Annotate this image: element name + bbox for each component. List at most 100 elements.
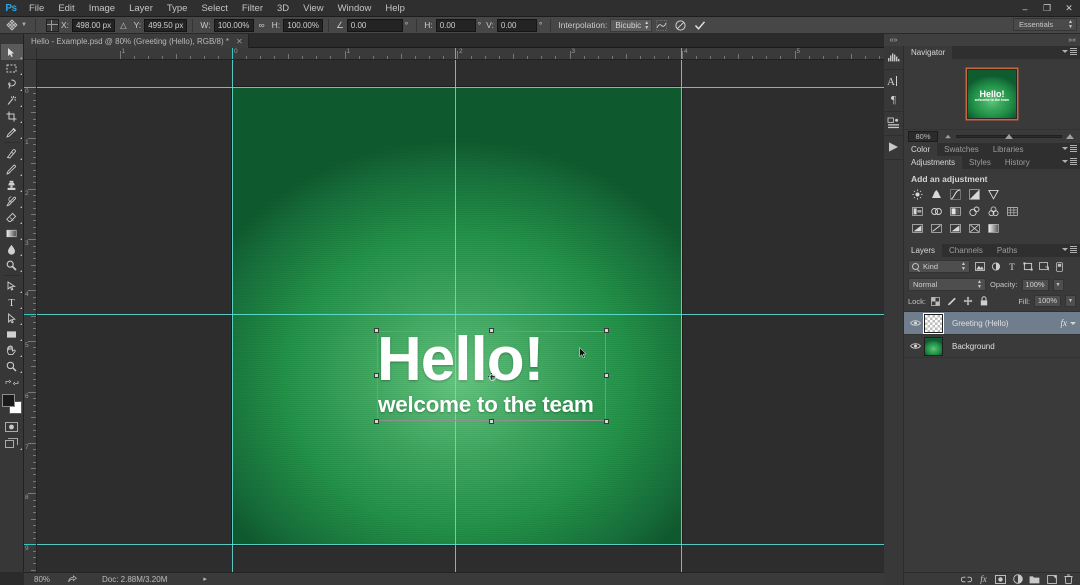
cancel-transform-icon[interactable] [673, 18, 688, 32]
history-brush-tool[interactable] [1, 193, 23, 209]
lock-all-icon[interactable] [978, 295, 990, 307]
filter-toggle-icon[interactable] [1053, 260, 1066, 273]
tool-preset-chevron-down-icon[interactable]: ▼ [21, 22, 27, 28]
zoom-out-icon[interactable] [945, 134, 951, 139]
hand-tool[interactable] [1, 342, 23, 358]
menu-window[interactable]: Window [331, 0, 379, 17]
skew-v-field[interactable]: 0.00 [496, 18, 537, 32]
lock-position-icon[interactable] [962, 295, 974, 307]
filter-type-icon[interactable]: T [1005, 260, 1018, 273]
vibrance-icon[interactable] [986, 188, 1001, 201]
levels-icon[interactable] [929, 188, 944, 201]
expand-panels-icon[interactable]: «» [883, 34, 904, 46]
transform-handle-bottom-left[interactable] [374, 419, 379, 424]
status-menu-arrow-icon[interactable]: ▸ [203, 575, 207, 583]
navigator-thumbnail[interactable]: Hello! welcome to the team [967, 69, 1017, 119]
commit-transform-icon[interactable] [692, 18, 707, 32]
fill-stepper[interactable]: ▼ [1065, 295, 1076, 307]
black-white-icon[interactable] [948, 205, 963, 218]
move-tool-icon[interactable] [3, 18, 20, 33]
guide-vertical-left[interactable] [232, 60, 233, 572]
minimize-button[interactable]: – [1014, 0, 1036, 17]
threshold-icon[interactable] [948, 222, 963, 235]
tab-channels[interactable]: Channels [942, 244, 990, 257]
filter-kind-select[interactable]: Kind ▲ ▼ [908, 260, 970, 273]
screen-mode-icon[interactable] [1, 435, 23, 451]
navigator-zoom-field[interactable]: 80% [908, 131, 938, 142]
layer-visibility-icon[interactable] [906, 319, 924, 327]
canvas-area[interactable]: Hello! welcome to the team [37, 60, 904, 572]
clone-stamp-tool[interactable] [1, 177, 23, 193]
menu-filter[interactable]: Filter [235, 0, 270, 17]
table-row[interactable]: Background [904, 335, 1080, 358]
new-layer-icon[interactable] [1045, 573, 1058, 585]
transform-handle-top-center[interactable] [488, 328, 494, 333]
brightness-contrast-icon[interactable] [910, 188, 925, 201]
tab-swatches[interactable]: Swatches [937, 143, 986, 156]
share-icon[interactable] [64, 575, 80, 583]
eraser-tool[interactable] [1, 209, 23, 225]
quick-mask-icon[interactable] [1, 419, 23, 435]
lasso-tool[interactable] [1, 76, 23, 92]
selective-color-icon[interactable] [967, 222, 982, 235]
layer-effects-fx-icon[interactable]: fx [1061, 318, 1071, 328]
opacity-stepper[interactable]: ▼ [1052, 278, 1064, 291]
invert-icon[interactable] [910, 222, 925, 235]
adjustments-panel-menu[interactable] [1062, 158, 1077, 165]
exposure-icon[interactable] [967, 188, 982, 201]
opacity-field[interactable]: 100% [1021, 278, 1049, 291]
vertical-ruler[interactable]: 0 1 2 3 4 5 6 7 8 9 [24, 60, 37, 572]
transform-handle-top-left[interactable] [374, 328, 379, 333]
collapse-dock-icon[interactable]: »« [1068, 37, 1076, 44]
width-field[interactable]: 100.00% [213, 18, 254, 32]
character-icon[interactable]: A [884, 72, 904, 90]
maximize-button[interactable]: ❐ [1036, 0, 1058, 17]
guide-vertical-right[interactable] [681, 60, 682, 572]
filter-smart-object-icon[interactable] [1037, 260, 1050, 273]
warp-mode-icon[interactable] [654, 18, 669, 32]
transform-handle-middle-left[interactable] [374, 373, 379, 378]
transform-handle-bottom-right[interactable] [604, 419, 609, 424]
transform-handle-bottom-center[interactable] [488, 419, 494, 424]
properties-icon[interactable] [884, 114, 904, 132]
tab-navigator[interactable]: Navigator [904, 46, 953, 59]
artboard[interactable] [232, 87, 682, 545]
blend-mode-select[interactable]: Normal ▲ ▼ [908, 278, 986, 291]
channel-mixer-icon[interactable] [986, 205, 1001, 218]
path-selection-tool[interactable] [1, 310, 23, 326]
slider-thumb[interactable] [1005, 134, 1013, 139]
gradient-tool[interactable] [1, 225, 23, 241]
y-field[interactable]: 499.50 px [144, 18, 188, 32]
rectangle-tool[interactable] [1, 326, 23, 342]
navigator-preview[interactable]: Hello! welcome to the team [904, 59, 1080, 129]
tab-paths[interactable]: Paths [989, 244, 1025, 257]
layer-name[interactable]: Greeting (Hello) [943, 319, 1061, 328]
filter-pixel-icon[interactable] [973, 260, 986, 273]
menu-help[interactable]: Help [378, 0, 412, 17]
menu-type[interactable]: Type [160, 0, 195, 17]
magic-wand-tool[interactable] [1, 92, 23, 108]
relative-positioning-icon[interactable]: △ [120, 20, 127, 31]
reference-point-selector[interactable] [45, 18, 59, 32]
color-swatches[interactable] [1, 393, 23, 415]
lock-image-pixels-icon[interactable] [946, 295, 958, 307]
rotation-field[interactable]: 0.00 [346, 18, 403, 32]
navigator-panel-menu[interactable] [1062, 48, 1077, 55]
menu-file[interactable]: File [22, 0, 51, 17]
tab-adjustments[interactable]: Adjustments [904, 156, 963, 169]
dodge-tool[interactable] [1, 257, 23, 273]
add-layer-mask-icon[interactable] [994, 573, 1007, 585]
transform-handle-top-right[interactable] [604, 328, 609, 333]
histogram-icon[interactable] [884, 48, 904, 66]
menu-3d[interactable]: 3D [270, 0, 296, 17]
zoom-level[interactable]: 80% [24, 575, 64, 584]
zoom-in-icon[interactable] [1066, 134, 1074, 139]
tab-layers[interactable]: Layers [904, 244, 943, 257]
filter-adjustment-icon[interactable] [989, 260, 1002, 273]
blur-tool[interactable] [1, 241, 23, 257]
move-tool[interactable] [0, 44, 23, 60]
paragraph-icon[interactable]: ¶ [884, 90, 904, 108]
horizontal-ruler[interactable]: 10123456 [37, 48, 904, 60]
menu-edit[interactable]: Edit [51, 0, 81, 17]
photo-filter-icon[interactable] [967, 205, 982, 218]
